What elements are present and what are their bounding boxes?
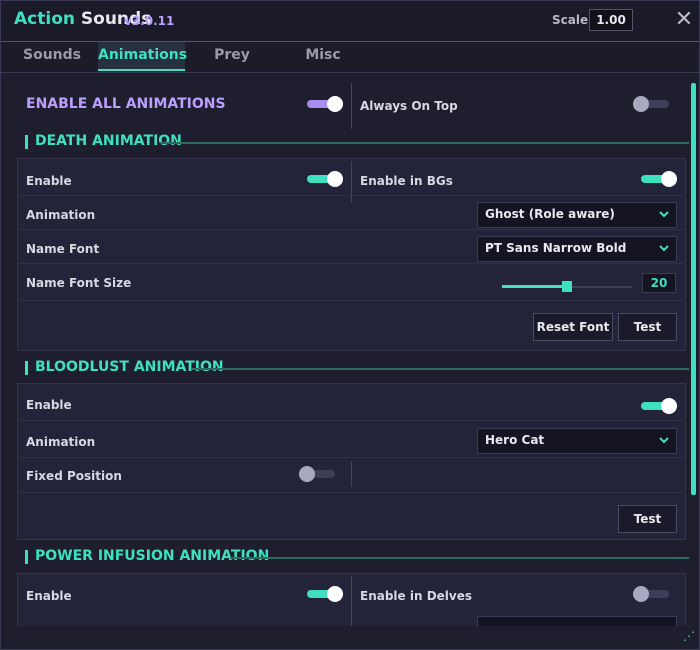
row-divider <box>19 263 684 264</box>
power-infusion-enable-delves-toggle[interactable] <box>633 586 669 602</box>
power-infusion-dropdown[interactable] <box>477 616 677 626</box>
column-divider <box>351 576 352 626</box>
column-divider <box>351 83 352 129</box>
bloodlust-animation-label: Animation <box>26 435 96 449</box>
death-name-font-label: Name Font <box>26 242 100 256</box>
tab-prey[interactable]: Prey <box>196 42 268 71</box>
row-divider <box>19 229 684 230</box>
power-infusion-enable-delves-label: Enable in Delves <box>360 589 473 603</box>
power-infusion-enable-label: Enable <box>26 589 72 603</box>
always-on-top-toggle[interactable] <box>633 96 669 112</box>
bloodlust-animation-dropdown[interactable]: Hero Cat <box>477 428 677 454</box>
row-divider <box>19 457 684 458</box>
name-font-size-input[interactable]: 20 <box>642 273 676 293</box>
death-enable-toggle[interactable] <box>307 171 343 187</box>
death-enable-bgs-label: Enable in BGs <box>360 174 453 188</box>
reset-font-button[interactable]: Reset Font <box>533 313 613 341</box>
scrollbar-thumb[interactable] <box>691 83 696 495</box>
power-infusion-enable-toggle[interactable] <box>307 586 343 602</box>
animations-content: ENABLE ALL ANIMATIONS Always On Top DEAT… <box>1 73 689 626</box>
death-animation-title: DEATH ANIMATION <box>35 133 182 149</box>
bloodlust-enable-toggle[interactable] <box>641 398 677 414</box>
heading-line <box>192 368 689 370</box>
row-divider <box>19 420 684 421</box>
enable-all-label: ENABLE ALL ANIMATIONS <box>26 96 226 112</box>
name-font-size-slider[interactable] <box>502 281 632 293</box>
death-name-font-size-label: Name Font Size <box>26 276 132 290</box>
toggle-knob <box>633 96 649 112</box>
title-bar[interactable]: Action Sounds v3.0.11 Scale: 1.00 ✕ <box>1 1 699 42</box>
toggle-knob <box>661 398 677 414</box>
row-divider <box>19 492 684 493</box>
column-divider <box>351 161 352 203</box>
heading-bar <box>25 135 28 149</box>
power-infusion-animation-title: POWER INFUSION ANIMATION <box>35 548 270 564</box>
heading-bar <box>25 550 28 564</box>
bloodlust-animation-title: BLOODLUST ANIMATION <box>35 359 224 375</box>
death-animation-label: Animation <box>26 208 96 222</box>
bloodlust-enable-label: Enable <box>26 398 72 412</box>
toggle-knob <box>633 586 649 602</box>
dropdown-value: Hero Cat <box>485 433 545 447</box>
resize-grip-icon[interactable]: ⋰ <box>677 627 695 645</box>
tab-misc[interactable]: Misc <box>287 42 359 71</box>
version-label: v3.0.11 <box>124 14 175 28</box>
close-icon[interactable]: ✕ <box>673 9 695 31</box>
slider-fill <box>502 285 567 288</box>
tab-animations[interactable]: Animations <box>98 42 187 71</box>
bloodlust-test-button[interactable]: Test <box>618 505 677 533</box>
bloodlust-fixed-position-label: Fixed Position <box>26 469 122 483</box>
chevron-down-icon <box>659 245 669 252</box>
column-divider <box>351 461 352 487</box>
row-divider <box>19 300 684 301</box>
heading-line <box>160 142 689 144</box>
heading-line <box>230 557 689 559</box>
tab-bar: Sounds Animations Prey Misc <box>1 42 699 73</box>
title-action: Action <box>14 9 75 29</box>
dropdown-value: PT Sans Narrow Bold <box>485 241 627 255</box>
toggle-knob <box>327 96 343 112</box>
addon-window: Action Sounds v3.0.11 Scale: 1.00 ✕ Soun… <box>0 0 700 650</box>
enable-all-toggle[interactable] <box>307 96 343 112</box>
toggle-knob <box>327 586 343 602</box>
chevron-down-icon <box>659 211 669 218</box>
toggle-knob <box>327 171 343 187</box>
heading-bar <box>25 361 28 375</box>
scale-input[interactable]: 1.00 <box>589 9 633 31</box>
slider-thumb[interactable] <box>562 281 572 292</box>
bloodlust-fixed-position-toggle[interactable] <box>299 466 335 482</box>
dropdown-value: Ghost (Role aware) <box>485 207 615 221</box>
death-enable-label: Enable <box>26 174 72 188</box>
always-on-top-label: Always On Top <box>360 99 458 113</box>
scale-label: Scale: <box>552 13 593 27</box>
death-name-font-dropdown[interactable]: PT Sans Narrow Bold <box>477 236 677 262</box>
death-animation-dropdown[interactable]: Ghost (Role aware) <box>477 202 677 228</box>
toggle-knob <box>299 466 315 482</box>
tab-sounds[interactable]: Sounds <box>13 42 91 71</box>
chevron-down-icon <box>659 437 669 444</box>
death-test-button[interactable]: Test <box>618 313 677 341</box>
death-enable-bgs-toggle[interactable] <box>641 171 677 187</box>
toggle-knob <box>661 171 677 187</box>
